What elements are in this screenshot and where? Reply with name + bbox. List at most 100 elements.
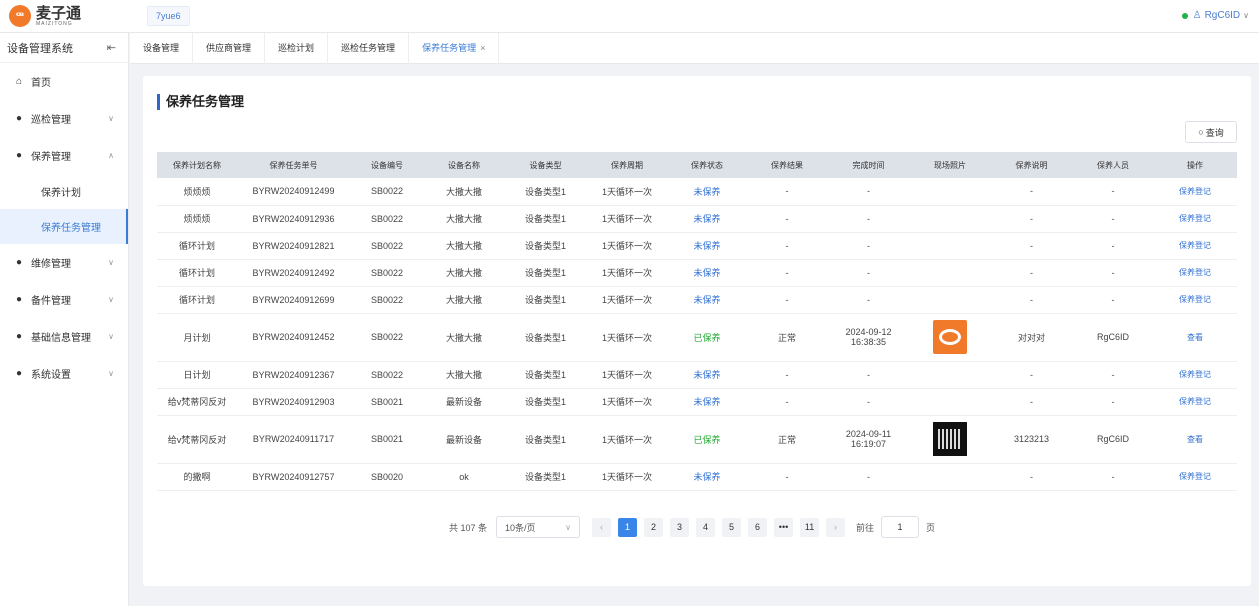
register-maintenance-link[interactable]: 保养登记: [1179, 214, 1211, 223]
brand-logo[interactable]: ꟹ 麦子通 MAIZITONG: [9, 5, 81, 27]
table-cell: 烦烦烦: [157, 178, 237, 206]
table-cell: 设备类型1: [504, 286, 587, 314]
table-cell: 1天循环一次: [587, 259, 667, 287]
tab-maintenance-task[interactable]: 保养任务管理 ×: [409, 33, 500, 64]
goto-page-input[interactable]: 1: [881, 516, 920, 538]
table-cell: BYRW20240912367: [237, 361, 350, 389]
table-cell: SB0020: [350, 463, 424, 491]
cell-dev-name: 大撒大撒: [445, 268, 482, 278]
tab-inspection-plan[interactable]: 巡检计划: [265, 33, 329, 64]
table-cell: BYRW20240912936: [237, 205, 350, 233]
register-maintenance-link[interactable]: 保养登记: [1179, 187, 1211, 196]
table-cell: SB0021: [350, 388, 424, 416]
cell-dev-type: 设备类型1: [524, 241, 566, 251]
query-button[interactable]: ○ 查询: [1185, 121, 1237, 143]
table-cell: -: [990, 178, 1073, 206]
table-cell: BYRW20240911717: [237, 415, 350, 464]
sidebar-item-maintenance-task[interactable]: 保养任务管理: [0, 209, 128, 244]
table-cell: 大撒大撒: [424, 286, 504, 314]
table-cell: -: [1073, 259, 1153, 287]
register-maintenance-link[interactable]: 保养登记: [1179, 370, 1211, 379]
cell-result: -: [785, 396, 789, 407]
user-name: RgC6ID: [1204, 10, 1241, 21]
system-title-row: 设备管理系统 ⇤: [0, 33, 128, 63]
sidebar-item-settings[interactable]: ● 系统设置 ∨: [0, 355, 128, 392]
cell-plan: 日计划: [183, 370, 211, 380]
table-cell: -: [1073, 205, 1153, 233]
next-page-button[interactable]: ›: [826, 517, 846, 537]
more-pages-icon[interactable]: •••: [774, 517, 794, 537]
collapse-left-icon[interactable]: ⇤: [107, 41, 116, 54]
cell-desc: -: [1030, 240, 1033, 251]
chevron-right-icon: ›: [834, 522, 838, 532]
column-header: 设备类型: [504, 152, 587, 178]
page-number-button[interactable]: 6: [748, 517, 768, 537]
sidebar-item-home[interactable]: ⌂ 首页: [0, 63, 128, 100]
chevron-up-icon: ∧: [108, 151, 114, 160]
tab-device-management[interactable]: 设备管理: [130, 33, 194, 64]
site-photo-thumbnail[interactable]: [933, 422, 967, 456]
sidebar-item-maintenance[interactable]: ● 保养管理 ∧: [0, 137, 128, 174]
system-title: 设备管理系统: [7, 42, 73, 55]
cell-dev-name: 最新设备: [445, 397, 482, 407]
page-number-button[interactable]: 4: [696, 517, 716, 537]
register-maintenance-link[interactable]: 保养登记: [1179, 472, 1211, 481]
cell-staff: -: [1111, 294, 1115, 305]
table-cell: 1天循环一次: [587, 313, 667, 362]
table-cell: 设备类型1: [504, 259, 587, 287]
table-cell: 保养登记: [1153, 178, 1237, 206]
photo-cell: [910, 388, 990, 416]
page-number-button[interactable]: 3: [670, 517, 690, 537]
close-icon[interactable]: ×: [480, 43, 485, 53]
table-cell: 给v梵蒂冈反对: [157, 415, 237, 464]
page-number-button[interactable]: 1: [618, 517, 638, 537]
sidebar-item-label: 首页: [31, 78, 51, 89]
cell-desc: -: [1030, 186, 1033, 197]
cell-staff: -: [1111, 186, 1115, 197]
cell-task-no: BYRW20240912903: [252, 396, 335, 407]
user-menu[interactable]: ♙ RgC6ID ∨: [1181, 10, 1249, 21]
cell-staff: -: [1111, 240, 1115, 251]
register-maintenance-link[interactable]: 保养登记: [1179, 295, 1211, 304]
sidebar-item-basic-info[interactable]: ● 基础信息管理 ∨: [0, 318, 128, 355]
cell-plan: 循环计划: [178, 268, 215, 278]
table-cell: 保养登记: [1153, 205, 1237, 233]
content-card: 保养任务管理 ○ 查询 保养计划名称 保养任务单号 设备编号 设备名称 设备类型 保养周期…: [143, 76, 1251, 586]
cell-staff: -: [1111, 267, 1115, 278]
cell-desc: 3123213: [1013, 434, 1050, 444]
register-maintenance-link[interactable]: 保养登记: [1179, 241, 1211, 250]
cell-task-no: BYRW20240912499: [252, 186, 335, 197]
person-icon: ●: [16, 150, 23, 161]
sidebar-item-inspection[interactable]: ● 巡检管理 ∨: [0, 100, 128, 137]
column-header: 保养计划名称: [157, 152, 237, 178]
tab-inspection-task[interactable]: 巡检任务管理: [328, 33, 410, 64]
view-link[interactable]: 查看: [1187, 333, 1203, 342]
page-size-select[interactable]: 10条/页 ∨: [496, 516, 581, 538]
page-number-button[interactable]: 2: [644, 517, 664, 537]
page-number-button[interactable]: 5: [722, 517, 742, 537]
photo-cell: [910, 415, 990, 464]
cell-desc: -: [1030, 213, 1033, 224]
cell-cycle: 1天循环一次: [601, 186, 652, 197]
online-status-icon: [1181, 12, 1188, 19]
tab-supplier-management[interactable]: 供应商管理: [193, 33, 266, 64]
cell-cycle: 1天循环一次: [601, 241, 652, 251]
site-photo-thumbnail[interactable]: [933, 320, 967, 354]
project-selector[interactable]: 7yue6: [147, 6, 190, 26]
sidebar-item-repair[interactable]: ● 维修管理 ∨: [0, 244, 128, 281]
cell-plan: 给v梵蒂冈反对: [167, 434, 227, 445]
page-number-button[interactable]: 11: [800, 517, 820, 537]
table-cell: -: [827, 259, 910, 287]
cell-finish-time: -: [867, 471, 870, 482]
prev-page-button[interactable]: ‹: [592, 517, 612, 537]
table-cell: 设备类型1: [504, 313, 587, 362]
sidebar-item-spare-parts[interactable]: ● 备件管理 ∨: [0, 281, 128, 318]
table-row: 给v梵蒂冈反对 BYRW20240912903 SB0021 最新设备 设备类型1 1天循…: [157, 388, 1237, 416]
sidebar-item-maintenance-plan[interactable]: 保养计划: [0, 174, 128, 209]
table-row: 的撒啊 BYRW20240912757 SB0020 ok 设备类型1 1天循环一次 未保养…: [157, 463, 1237, 491]
view-link[interactable]: 查看: [1187, 435, 1203, 444]
status-badge: 未保养: [693, 472, 721, 482]
register-maintenance-link[interactable]: 保养登记: [1179, 397, 1211, 406]
register-maintenance-link[interactable]: 保养登记: [1179, 268, 1211, 277]
table-cell: 1天循环一次: [587, 232, 667, 260]
